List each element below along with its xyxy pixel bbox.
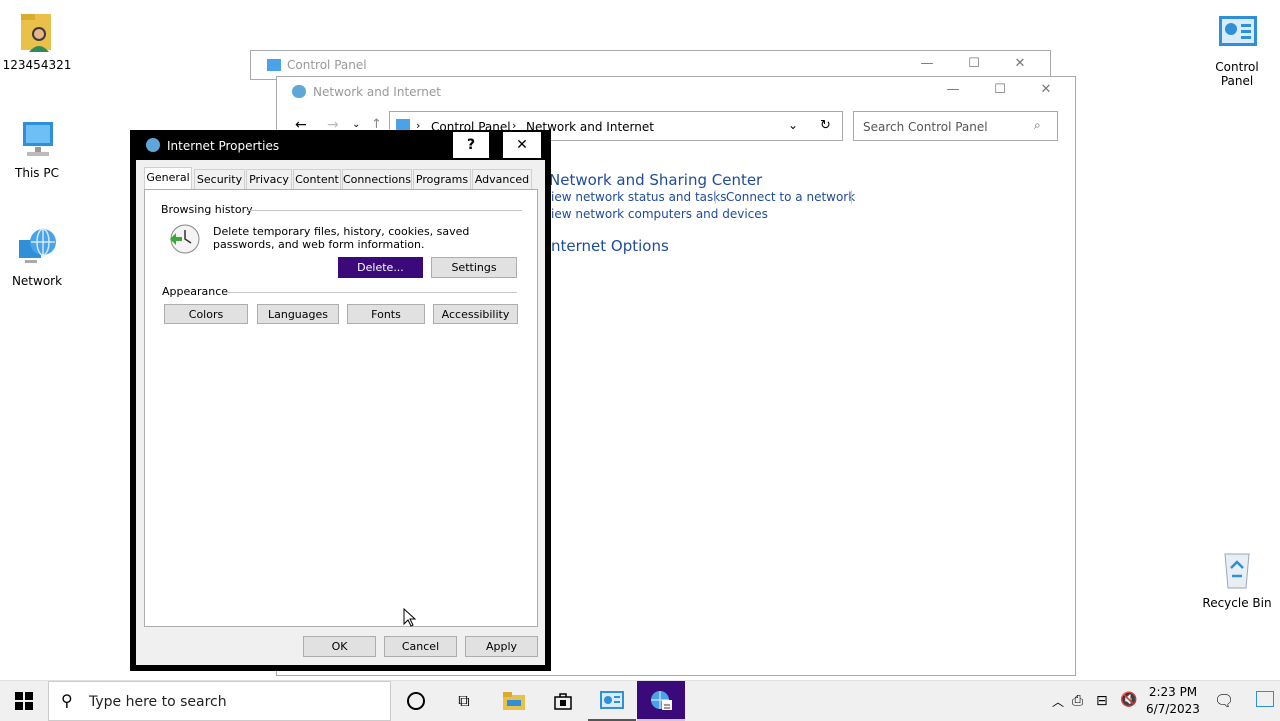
desktop-icon-label: Recycle Bin [1202, 596, 1272, 610]
desktop-icon-label: This PC [15, 166, 59, 180]
desktop-icon-recycle-bin[interactable]: Recycle Bin [1197, 548, 1277, 610]
colors-button[interactable]: Colors [164, 304, 248, 324]
tab-privacy[interactable]: Privacy [246, 169, 292, 189]
close-button[interactable]: ✕ [1007, 55, 1033, 73]
internet-properties-dialog[interactable]: Internet Properties ? ✕ General Security… [130, 130, 551, 671]
desktop-icon-control-panel[interactable]: Control Panel [1197, 12, 1277, 88]
taskbar-search-input[interactable]: Type here to search [89, 694, 227, 710]
accessibility-button[interactable]: Accessibility [433, 304, 518, 324]
window-title: Control Panel [287, 58, 367, 72]
store-button[interactable] [539, 681, 587, 721]
clock-time: 2:23 PM [1148, 685, 1198, 699]
control-panel-taskbar-button[interactable] [588, 681, 636, 721]
control-panel-icon [600, 691, 624, 709]
minimize-button[interactable]: — [940, 81, 966, 99]
cortana-circle-icon [407, 692, 425, 710]
store-bag-icon [554, 693, 572, 710]
dialog-body: General Security Privacy Content Connect… [136, 160, 545, 665]
desktop-icon-network[interactable]: Network [0, 226, 77, 288]
network-globe-icon [17, 226, 57, 270]
close-button[interactable]: ✕ [1033, 81, 1059, 99]
tab-strip: General Security Privacy Content Connect… [144, 167, 539, 189]
general-tab-page: Browsing history Delete temporary files,… [144, 189, 538, 627]
divider [226, 292, 517, 293]
recent-locations-chevron-icon[interactable]: ⌄ [352, 119, 360, 130]
cortana-button[interactable] [392, 681, 440, 721]
desktop-icon-label: Network [11, 274, 63, 288]
network-globe-icon [292, 85, 306, 98]
desktop-icon-user-folder[interactable]: 123454321 [0, 10, 77, 72]
file-explorer-button[interactable] [490, 681, 538, 721]
divider [851, 190, 852, 204]
clock-date: 6/7/2023 [1146, 702, 1200, 716]
folder-icon [503, 692, 525, 710]
desktop-icon-label: Control Panel [1215, 60, 1259, 88]
network-tray-icon[interactable]: ⊟ [1096, 693, 1108, 709]
maximize-button[interactable]: ☐ [987, 81, 1013, 99]
task-view-button[interactable]: ⧉ [440, 681, 488, 721]
search-icon: ⚲ [61, 691, 73, 710]
recycle-bin-icon [1217, 548, 1257, 592]
taskbar: ⚲ Type here to search ⧉ ︿ ⎙ ⊟ 🔇 2:23 PM … [0, 680, 1280, 721]
show-hidden-icons-chevron-icon[interactable]: ︿ [1046, 681, 1070, 721]
internet-globe-icon [146, 138, 160, 152]
windows-logo-icon [15, 692, 33, 710]
tab-programs[interactable]: Programs [413, 169, 471, 189]
mouse-cursor-icon [403, 607, 417, 631]
start-button[interactable] [0, 681, 48, 721]
refresh-icon[interactable]: ↻ [820, 118, 831, 133]
control-panel-icon [267, 59, 281, 71]
fonts-button[interactable]: Fonts [347, 304, 425, 324]
volume-muted-icon[interactable]: 🔇 [1120, 692, 1137, 708]
divider [246, 210, 522, 211]
desktop-icon-label: 123454321 [2, 58, 72, 72]
control-panel-icon [1217, 12, 1257, 56]
appearance-label: Appearance [162, 285, 229, 298]
network-sharing-center-link[interactable]: Network and Sharing Center [549, 171, 762, 189]
search-box[interactable]: Search Control Panel ⌕ [853, 111, 1058, 141]
minimize-button[interactable]: — [914, 55, 940, 73]
dialog-title: Internet Properties [167, 139, 280, 153]
tab-content[interactable]: Content [293, 169, 341, 189]
history-clock-icon [167, 222, 201, 259]
divider [715, 190, 716, 204]
apply-button[interactable]: Apply [465, 636, 538, 657]
window-title: Network and Internet [313, 85, 441, 99]
tab-connections[interactable]: Connections [342, 169, 412, 189]
close-button[interactable]: ✕ [503, 132, 541, 158]
search-input[interactable]: Search Control Panel [863, 120, 988, 134]
user-folder-icon [17, 10, 57, 54]
connect-network-link[interactable]: Connect to a network [726, 190, 855, 204]
tab-general[interactable]: General [144, 167, 192, 189]
show-desktop-icon[interactable] [1256, 691, 1274, 707]
maximize-button[interactable]: ☐ [961, 55, 987, 73]
internet-properties-taskbar-button[interactable] [637, 681, 685, 721]
desktop-icon-this-pc[interactable]: This PC [0, 118, 77, 180]
address-dropdown-icon[interactable]: ⌄ [788, 118, 798, 132]
clock[interactable]: 2:23 PM 6/7/2023 [1146, 684, 1200, 718]
view-network-status-link[interactable]: iew network status and tasks [551, 190, 726, 204]
view-network-computers-link[interactable]: iew network computers and devices [551, 207, 768, 221]
browsing-history-text: Delete temporary files, history, cookies… [213, 225, 470, 251]
help-button[interactable]: ? [453, 132, 489, 158]
meet-now-icon[interactable]: ⎙ [1072, 693, 1083, 709]
delete-button[interactable]: Delete... [338, 257, 423, 278]
taskbar-search-box[interactable]: ⚲ Type here to search [48, 681, 391, 721]
action-center-icon[interactable]: 🗨 [1214, 691, 1234, 710]
internet-options-icon [651, 691, 672, 710]
task-view-icon: ⧉ [458, 691, 470, 710]
languages-button[interactable]: Languages [257, 304, 339, 324]
internet-options-link[interactable]: nternet Options [551, 237, 669, 255]
cancel-button[interactable]: Cancel [384, 636, 457, 657]
tab-advanced[interactable]: Advanced [472, 169, 532, 189]
settings-button[interactable]: Settings [431, 257, 517, 278]
ok-button[interactable]: OK [303, 636, 376, 657]
computer-icon [17, 118, 57, 162]
tab-security[interactable]: Security [194, 169, 245, 189]
browsing-history-label: Browsing history [161, 203, 253, 216]
search-icon[interactable]: ⌕ [1034, 118, 1041, 133]
